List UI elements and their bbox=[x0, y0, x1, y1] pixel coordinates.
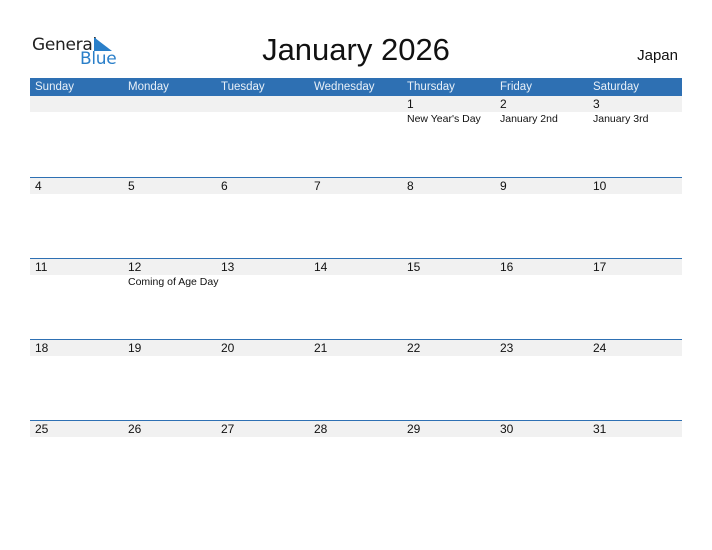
day-cell[interactable]: 19 bbox=[123, 340, 216, 357]
day-cell[interactable]: 28 bbox=[309, 421, 402, 438]
day-cell[interactable]: 26 bbox=[123, 421, 216, 438]
country-label: Japan bbox=[637, 47, 678, 64]
day-number: 10 bbox=[593, 179, 607, 193]
day-number: 27 bbox=[221, 422, 235, 436]
week-row: 1 New Year's Day 2 January 2nd 3 January 3rd bbox=[30, 96, 682, 177]
day-cell[interactable]: 3 January 3rd bbox=[588, 96, 682, 126]
day-number: 3 bbox=[593, 97, 600, 111]
day-number: 6 bbox=[221, 179, 228, 193]
weekday-header-tuesday: Tuesday bbox=[221, 81, 265, 93]
day-cell[interactable]: 4 bbox=[30, 178, 123, 195]
day-cell[interactable]: 18 bbox=[30, 340, 123, 357]
day-cell[interactable]: 23 bbox=[495, 340, 588, 357]
day-cell[interactable]: 27 bbox=[216, 421, 309, 438]
weekday-header-sunday: Sunday bbox=[35, 81, 75, 93]
day-cell[interactable]: 8 bbox=[402, 178, 495, 195]
weekday-header: Sunday Monday Tuesday Wednesday Thursday Frid… bbox=[30, 78, 682, 96]
day-number: 12 bbox=[128, 260, 142, 274]
day-number: 8 bbox=[407, 179, 414, 193]
day-number bbox=[35, 96, 123, 112]
day-number: 20 bbox=[221, 341, 235, 355]
day-number: 18 bbox=[35, 341, 49, 355]
day-number: 30 bbox=[500, 422, 514, 436]
day-number: 14 bbox=[314, 260, 328, 274]
week-row: 11 12 Coming of Age Day 13 14 15 16 17 bbox=[30, 258, 682, 339]
day-cell[interactable]: 25 bbox=[30, 421, 123, 438]
day-cell[interactable]: 22 bbox=[402, 340, 495, 357]
day-cell[interactable]: 10 bbox=[588, 178, 682, 195]
day-number: 17 bbox=[593, 260, 607, 274]
day-number: 26 bbox=[128, 422, 142, 436]
day-number: 19 bbox=[128, 341, 142, 355]
day-cell[interactable]: 14 bbox=[309, 259, 402, 289]
holiday-label: Coming of Age Day bbox=[128, 276, 219, 288]
day-cell[interactable]: 29 bbox=[402, 421, 495, 438]
weekday-header-thursday: Thursday bbox=[407, 81, 455, 93]
weekday-header-monday: Monday bbox=[128, 81, 169, 93]
day-number: 28 bbox=[314, 422, 328, 436]
day-cell[interactable]: 5 bbox=[123, 178, 216, 195]
day-number: 1 bbox=[407, 97, 414, 111]
weekday-header-saturday: Saturday bbox=[593, 81, 640, 93]
holiday-label: New Year's Day bbox=[407, 113, 481, 125]
day-cell[interactable]: 30 bbox=[495, 421, 588, 438]
day-number: 29 bbox=[407, 422, 421, 436]
week-row: 18 19 20 21 22 23 24 bbox=[30, 339, 682, 420]
day-number: 23 bbox=[500, 341, 514, 355]
day-cell[interactable]: 13 bbox=[216, 259, 309, 289]
holiday-label: January 2nd bbox=[500, 113, 558, 125]
day-number: 13 bbox=[221, 260, 235, 274]
day-cell[interactable]: 31 bbox=[588, 421, 682, 438]
day-cell[interactable]: 9 bbox=[495, 178, 588, 195]
day-number bbox=[128, 96, 216, 112]
day-cell[interactable]: 7 bbox=[309, 178, 402, 195]
day-cell[interactable]: 17 bbox=[588, 259, 682, 289]
day-cell[interactable]: 11 bbox=[30, 259, 123, 289]
weekday-header-friday: Friday bbox=[500, 81, 532, 93]
day-cell[interactable]: 16 bbox=[495, 259, 588, 289]
day-number: 21 bbox=[314, 341, 328, 355]
holiday-label: January 3rd bbox=[593, 113, 649, 125]
calendar-title: January 2026 bbox=[262, 32, 450, 67]
day-cell[interactable] bbox=[216, 96, 309, 126]
week-row: 4 5 6 7 8 9 10 bbox=[30, 177, 682, 258]
day-cell[interactable]: 6 bbox=[216, 178, 309, 195]
calendar-grid: Sunday Monday Tuesday Wednesday Thursday Frid… bbox=[30, 78, 682, 501]
day-number: 7 bbox=[314, 179, 321, 193]
day-cell[interactable]: 21 bbox=[309, 340, 402, 357]
day-number: 11 bbox=[35, 260, 48, 274]
day-number: 22 bbox=[407, 341, 421, 355]
day-number: 25 bbox=[35, 422, 49, 436]
day-number: 24 bbox=[593, 341, 607, 355]
day-cell[interactable]: 15 bbox=[402, 259, 495, 289]
day-cell[interactable]: 20 bbox=[216, 340, 309, 357]
weekday-header-wednesday: Wednesday bbox=[314, 81, 375, 93]
day-cell[interactable] bbox=[30, 96, 123, 126]
day-cell[interactable]: 12 Coming of Age Day bbox=[123, 259, 219, 289]
day-number bbox=[221, 96, 309, 112]
day-number: 9 bbox=[500, 179, 507, 193]
day-number: 4 bbox=[35, 179, 42, 193]
day-number: 15 bbox=[407, 260, 421, 274]
day-cell[interactable]: 1 New Year's Day bbox=[402, 96, 495, 126]
day-number: 5 bbox=[128, 179, 135, 193]
day-number: 16 bbox=[500, 260, 514, 274]
day-number bbox=[314, 96, 402, 112]
week-row: 25 26 27 28 29 30 31 bbox=[30, 420, 682, 501]
day-cell[interactable]: 2 January 2nd bbox=[495, 96, 588, 126]
day-cell[interactable]: 24 bbox=[588, 340, 682, 357]
day-number: 2 bbox=[500, 97, 507, 111]
day-number: 31 bbox=[593, 422, 607, 436]
day-cell[interactable] bbox=[309, 96, 402, 126]
day-cell[interactable] bbox=[123, 96, 216, 126]
